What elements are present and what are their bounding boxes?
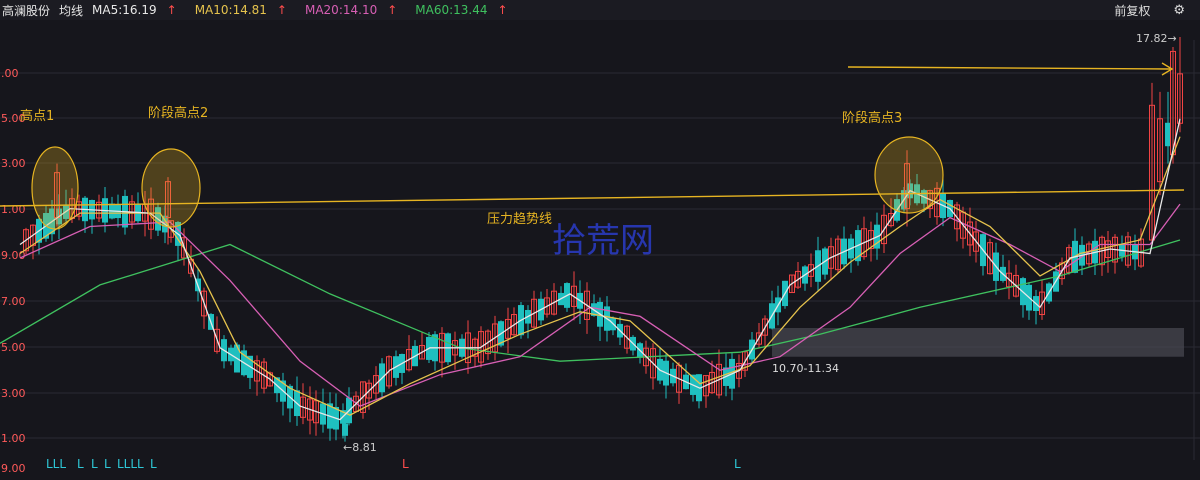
peak-label-peak3: 阶段高点3: [842, 110, 902, 126]
ma5-legend: MA5:16.19 ↑: [92, 3, 177, 17]
bottom-signal-marker: L: [734, 457, 741, 471]
bottom-signal-marker: L: [104, 457, 111, 471]
bottom-signal-marker: L: [150, 457, 157, 471]
kline-chart: .005.003.001.009.007.005.003.001.009.00拾…: [0, 32, 1200, 475]
y-tick-label: 3.00: [1, 157, 26, 170]
y-tick-label: 9.00: [1, 249, 26, 262]
y-tick-label: 7.00: [1, 295, 26, 308]
bottom-signal-marker: L: [77, 457, 84, 471]
line-mode-selector[interactable]: 均线: [59, 2, 83, 19]
y-tick-label: 1.00: [1, 432, 26, 445]
adjust-mode-button[interactable]: 前复权: [1114, 2, 1150, 19]
candle: [342, 423, 348, 436]
ma10-legend: MA10:14.81 ↑: [194, 3, 287, 17]
peak-highlight-ellipse: [874, 136, 944, 214]
stock-name[interactable]: 高澜股份: [2, 2, 50, 19]
up-arrow-icon: ↑: [387, 3, 398, 17]
target-arrow-line: [847, 66, 1171, 70]
y-tick-label: .00: [1, 67, 19, 80]
bottom-signal-marker: LLL: [46, 457, 66, 471]
peak-label-peak1: 高点1: [20, 108, 54, 124]
bottom-signal-marker: LLLL: [117, 457, 144, 471]
peak-highlight-ellipse: [141, 148, 201, 228]
chart-header-bar: 高澜股份 均线 MA5:16.19 ↑ MA10:14.81 ↑ MA20:14.1…: [0, 0, 1200, 20]
ma60-legend: MA60:13.44 ↑: [415, 3, 508, 17]
up-arrow-icon: ↑: [166, 3, 177, 17]
y-tick-label: 9.00: [1, 462, 26, 475]
trendline-label: 压力趋势线: [487, 211, 552, 227]
right-tools: 前复权 ⚙: [1114, 0, 1194, 20]
gear-icon[interactable]: ⚙: [1173, 3, 1185, 18]
y-tick-label: 5.00: [1, 341, 26, 354]
range-zone: [772, 328, 1184, 357]
up-arrow-icon: ↑: [497, 3, 508, 17]
peak-highlight-ellipse: [31, 146, 79, 230]
watermark-text: 拾荒网: [552, 221, 654, 261]
ma20-legend: MA20:14.10 ↑: [304, 3, 398, 17]
highest-price-label: 17.82→: [1136, 32, 1177, 45]
lowest-price-label: ←8.81: [343, 441, 377, 454]
candle: [1165, 122, 1171, 147]
bottom-signal-marker: L: [91, 457, 98, 471]
up-arrow-icon: ↑: [276, 3, 287, 17]
range-label: 10.70-11.34: [772, 362, 839, 375]
y-tick-label: 1.00: [1, 203, 26, 216]
y-tick-label: 3.00: [1, 387, 26, 400]
peak-label-peak2: 阶段高点2: [148, 105, 208, 121]
bottom-signal-marker: L: [402, 457, 409, 471]
